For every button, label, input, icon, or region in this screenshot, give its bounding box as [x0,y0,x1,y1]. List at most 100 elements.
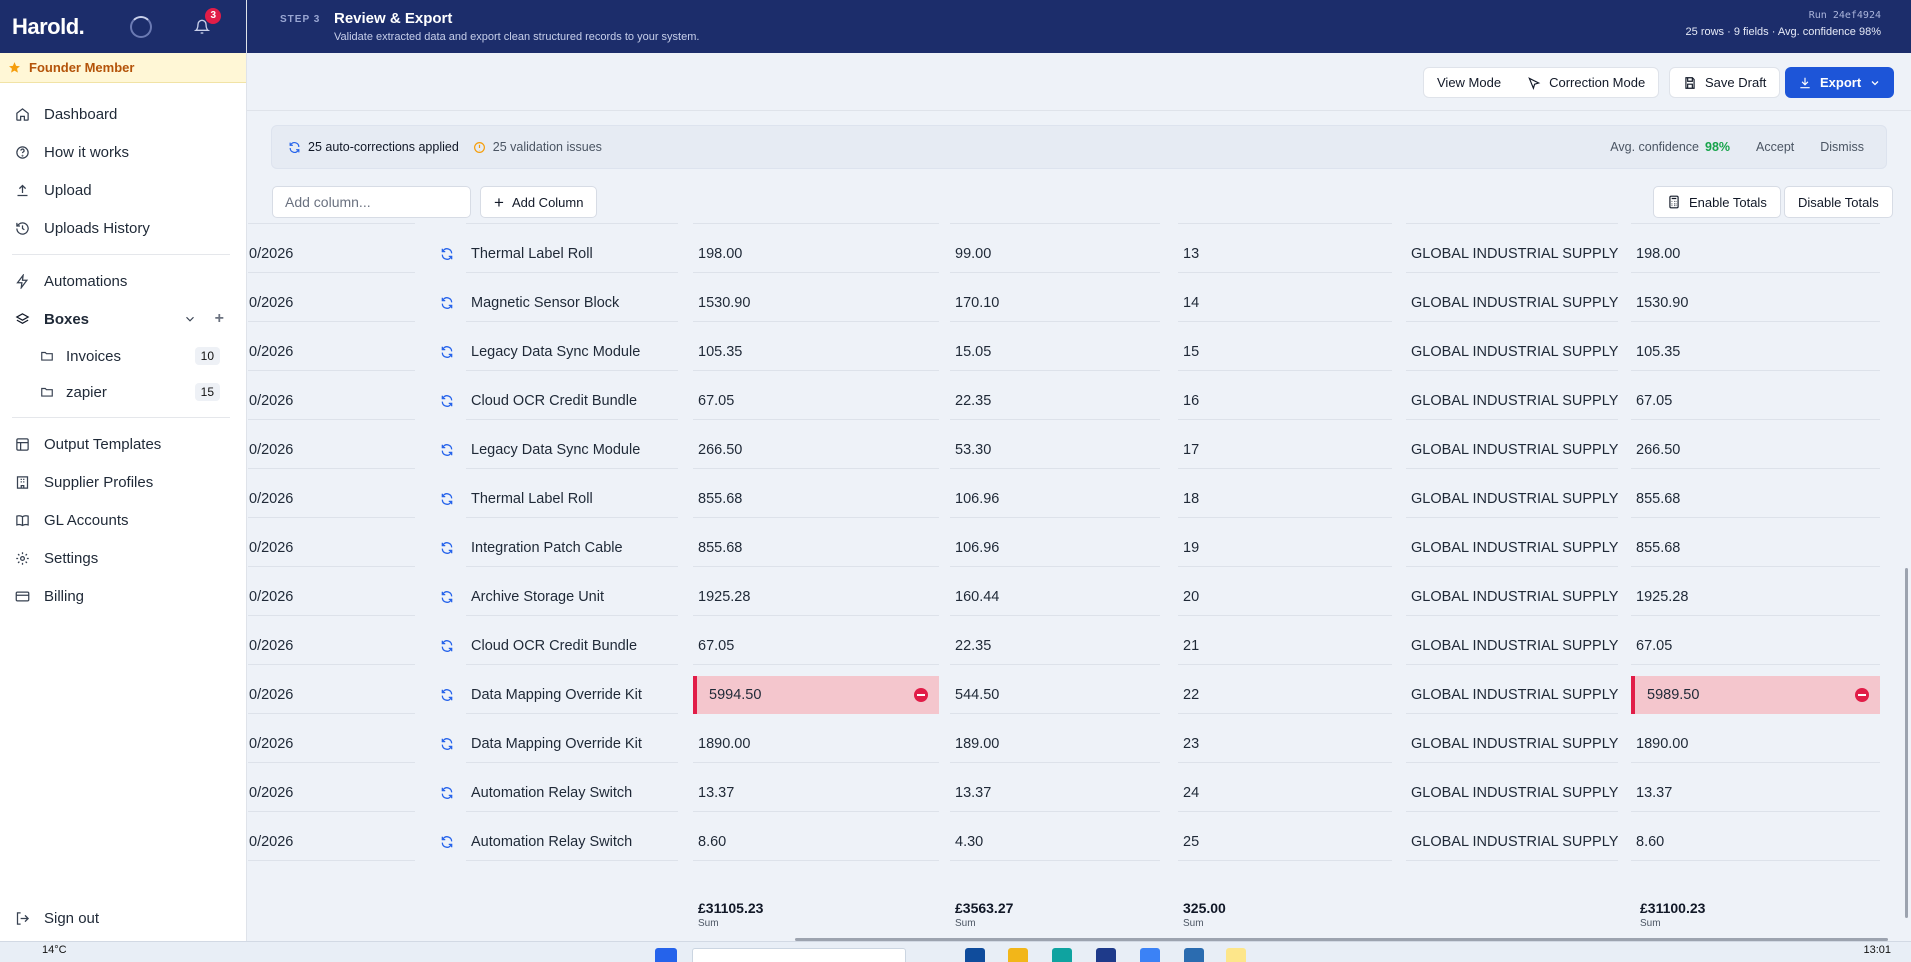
dismiss-button[interactable]: Dismiss [1820,140,1864,154]
brand-logo[interactable]: Harold. [12,14,85,40]
cell-amount[interactable]: 67.05 [693,382,939,420]
row-autocorrect-icon[interactable] [432,480,462,518]
row-autocorrect-icon[interactable] [432,333,462,371]
save-draft-button[interactable]: Save Draft [1669,67,1781,98]
cell-date[interactable]: 0/2026 [248,578,415,616]
cell-supplier[interactable]: GLOBAL INDUSTRIAL SUPPLY NE [1406,284,1618,322]
sign-out-button[interactable]: Sign out [15,910,99,927]
sidebar-item-output-templates[interactable]: Output Templates [0,425,246,463]
cell-supplier[interactable]: GLOBAL INDUSTRIAL SUPPLY NE [1406,235,1618,273]
taskbar-app-icon[interactable] [1226,948,1246,962]
cell-supplier[interactable]: GLOBAL INDUSTRIAL SUPPLY NE [1406,220,1618,224]
cell-total[interactable]: 105.35 [1631,333,1880,371]
error-icon[interactable] [914,688,928,702]
weather-widget[interactable]: 14°C [42,944,67,956]
cell-unit-price[interactable]: 160.44 [950,578,1160,616]
cell-total[interactable]: 266.50 [1631,431,1880,469]
sidebar-item-uploads-history[interactable]: Uploads History [0,209,246,247]
sidebar-item-invoices[interactable]: Invoices 10 [0,338,246,374]
row-autocorrect-icon[interactable] [432,627,462,665]
cell-unit-price[interactable]: 22.35 [950,627,1160,665]
sidebar-item-supplier-profiles[interactable]: Supplier Profiles [0,463,246,501]
cell-quantity[interactable]: 15 [1178,333,1392,371]
row-autocorrect-icon[interactable] [432,676,462,714]
cell-amount[interactable]: 1935.00 [693,220,939,224]
cell-date[interactable]: 0/2026 [248,382,415,420]
row-autocorrect-icon[interactable] [432,431,462,469]
cell-unit-price[interactable]: 106.96 [950,480,1160,518]
cell-quantity[interactable]: 16 [1178,382,1392,420]
cell-total[interactable]: 198.00 [1631,235,1880,273]
cell-unit-price[interactable]: 13.37 [950,774,1160,812]
cell-total[interactable]: 13.37 [1631,774,1880,812]
row-autocorrect-icon[interactable] [432,284,462,322]
cell-description[interactable]: Automation Relay Switch [466,823,678,861]
chevron-down-icon[interactable] [183,312,197,326]
cell-description[interactable]: Magnetic Sensor Block [466,284,678,322]
sidebar-item-billing[interactable]: Billing [0,577,246,615]
cell-unit-price[interactable]: 189.00 [950,725,1160,763]
cell-total[interactable]: 1530.90 [1631,284,1880,322]
cell-description[interactable]: Data Mapping Override Kit [466,676,678,714]
cell-amount[interactable]: 1530.90 [693,284,939,322]
cell-quantity[interactable]: 22 [1178,676,1392,714]
cell-unit-price[interactable]: 53.30 [950,431,1160,469]
sidebar-item-automations[interactable]: Automations [0,262,246,300]
enable-totals-button[interactable]: Enable Totals [1653,186,1781,218]
cell-supplier[interactable]: GLOBAL INDUSTRIAL SUPPLY NE [1406,627,1618,665]
cell-unit-price[interactable]: 22.35 [950,382,1160,420]
cell-date[interactable]: 0/2026 [248,676,415,714]
cell-total[interactable]: 67.05 [1631,382,1880,420]
cell-total[interactable]: 1890.00 [1631,725,1880,763]
search-box[interactable] [692,948,906,962]
cell-total[interactable]: 855.68 [1631,529,1880,567]
clock[interactable]: 13:01 [1863,944,1891,956]
cell-total[interactable]: 1935.00 [1631,220,1880,224]
start-icon[interactable] [655,948,677,962]
taskbar-app-icon[interactable] [965,948,985,962]
cell-quantity[interactable]: 24 [1178,774,1392,812]
cell-description[interactable]: Cloud OCR Credit Bundle [466,382,678,420]
row-autocorrect-icon[interactable] [432,725,462,763]
correction-mode-button[interactable]: Correction Mode [1514,67,1658,98]
cell-date[interactable]: 0/2026 [248,431,415,469]
sidebar-item-how-it-works[interactable]: How it works [0,133,246,171]
cell-unit-price[interactable]: 155.00 [950,220,1160,224]
cell-supplier[interactable]: GLOBAL INDUSTRIAL SUPPLY NE [1406,676,1618,714]
cell-date[interactable]: 0/2026 [248,333,415,371]
row-autocorrect-icon[interactable] [432,235,462,273]
cell-description[interactable]: Integration Patch Cable [466,529,678,567]
vertical-scrollbar[interactable] [1905,568,1908,918]
cell-total[interactable]: 67.05 [1631,627,1880,665]
cell-quantity[interactable]: 21 [1178,627,1392,665]
row-autocorrect-icon[interactable] [432,774,462,812]
cell-date[interactable]: 0/2026 [248,220,415,224]
cell-quantity[interactable]: 18 [1178,480,1392,518]
cell-date[interactable]: 0/2026 [248,774,415,812]
cell-quantity[interactable]: 25 [1178,823,1392,861]
row-autocorrect-icon[interactable] [432,382,462,420]
cell-description[interactable]: Legacy Data Sync Module [466,333,678,371]
cell-date[interactable]: 0/2026 [248,725,415,763]
cell-date[interactable]: 0/2026 [248,480,415,518]
cell-description[interactable]: Cloud OCR Credit Bundle [466,627,678,665]
row-autocorrect-icon[interactable] [432,220,462,224]
cell-description[interactable]: Automation Relay Switch [466,774,678,812]
sidebar-item-gl-accounts[interactable]: GL Accounts [0,501,246,539]
cell-supplier[interactable]: GLOBAL INDUSTRIAL SUPPLY NE [1406,725,1618,763]
cell-amount[interactable]: 5994.50 [693,676,939,714]
sidebar-item-upload[interactable]: Upload [0,171,246,209]
cell-unit-price[interactable]: 170.10 [950,284,1160,322]
cell-quantity[interactable]: 23 [1178,725,1392,763]
sidebar-item-dashboard[interactable]: Dashboard [0,95,246,133]
sidebar-item-settings[interactable]: Settings [0,539,246,577]
cell-quantity[interactable]: 14 [1178,284,1392,322]
cell-supplier[interactable]: GLOBAL INDUSTRIAL SUPPLY NE [1406,774,1618,812]
cell-total[interactable]: 855.68 [1631,480,1880,518]
cell-description[interactable]: Thermal Label Roll [466,235,678,273]
cell-quantity[interactable]: 20 [1178,578,1392,616]
cell-supplier[interactable]: GLOBAL INDUSTRIAL SUPPLY NE [1406,480,1618,518]
cell-quantity[interactable]: 19 [1178,529,1392,567]
cell-date[interactable]: 0/2026 [248,235,415,273]
cell-date[interactable]: 0/2026 [248,627,415,665]
